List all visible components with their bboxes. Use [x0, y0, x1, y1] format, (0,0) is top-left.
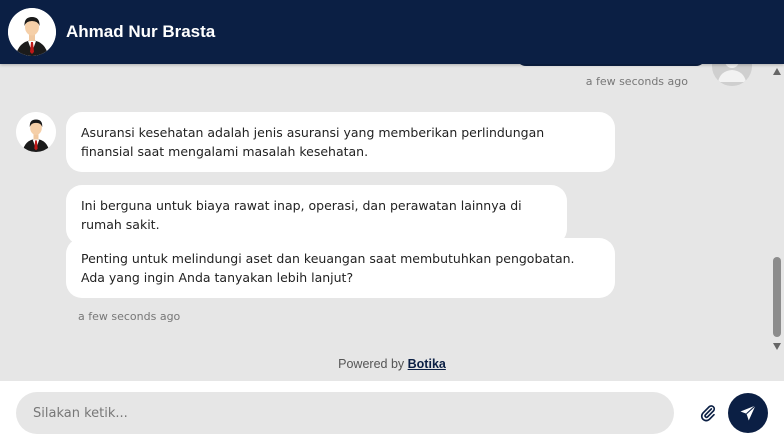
- powered-by-prefix: Powered by: [338, 357, 405, 371]
- user-avatar: [712, 64, 752, 86]
- bot-message-timestamp: a few seconds ago: [78, 310, 181, 323]
- scrollbar-thumb[interactable]: [773, 257, 781, 337]
- user-message-bubble: [516, 64, 706, 66]
- chat-footer: [0, 381, 784, 445]
- bot-avatar: [16, 112, 56, 152]
- user-avatar-icon: [712, 64, 752, 86]
- chat-header: Ahmad Nur Brasta: [0, 0, 784, 64]
- paper-plane-icon: [740, 405, 756, 421]
- bot-message-bubble: Penting untuk melindungi aset dan keuang…: [66, 238, 615, 298]
- agent-name: Ahmad Nur Brasta: [66, 22, 216, 41]
- scroll-down-arrow-icon[interactable]: [773, 343, 781, 350]
- attach-button[interactable]: [696, 401, 720, 425]
- user-message-timestamp: a few seconds ago: [585, 75, 688, 88]
- powered-by: Powered by Botika: [0, 357, 784, 371]
- agent-avatar-icon: [8, 8, 56, 56]
- botika-link[interactable]: Botika: [408, 357, 446, 371]
- scroll-up-arrow-icon[interactable]: [773, 68, 781, 75]
- chat-scrollbar[interactable]: [770, 64, 784, 354]
- send-button[interactable]: [728, 393, 768, 433]
- agent-avatar-icon: [16, 112, 56, 152]
- bot-message-bubble: Ini berguna untuk biaya rawat inap, oper…: [66, 185, 567, 245]
- paperclip-icon: [700, 405, 716, 422]
- bot-message-bubble: Asuransi kesehatan adalah jenis asuransi…: [66, 112, 615, 172]
- message-input[interactable]: [16, 392, 674, 434]
- chat-messages[interactable]: a few seconds ago Asuransi kesehatan ada…: [0, 64, 770, 354]
- agent-avatar: [8, 8, 56, 56]
